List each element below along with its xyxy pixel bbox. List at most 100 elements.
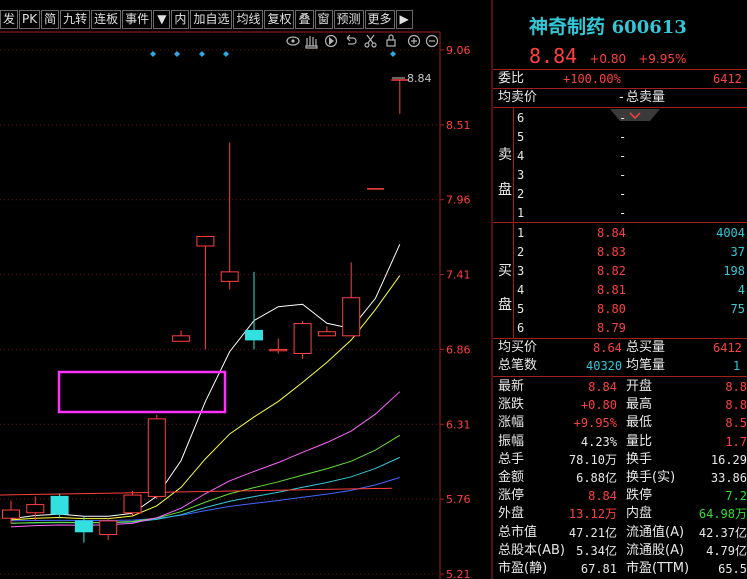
sell-level-number: 2	[517, 187, 525, 201]
candle	[245, 271, 263, 350]
sell-level-price: -	[619, 130, 627, 144]
stat-row: 总手 78.10万 换手 16.29	[493, 451, 747, 469]
stat-value: 78.10万	[568, 452, 617, 467]
stat-value: 8.8	[725, 380, 747, 394]
avg-buy-value: 8.64	[593, 341, 622, 355]
current-price: 8.84	[529, 44, 578, 68]
avg-vol-value: 1	[733, 359, 741, 373]
buy-level-row[interactable]: 3 8.82 198	[493, 262, 747, 280]
zoom-in-icon[interactable]	[407, 34, 421, 48]
stat-value: 8.84	[588, 489, 617, 504]
event-marker[interactable]	[174, 51, 180, 57]
stat-label: 金额	[498, 470, 525, 485]
event-marker[interactable]	[223, 51, 229, 57]
eye-icon[interactable]	[286, 36, 300, 46]
candle	[172, 330, 191, 342]
buy-level-number: 1	[517, 226, 525, 240]
price-tick-label: 7.96	[446, 194, 471, 207]
buy-level-row[interactable]: 4 8.81 4	[493, 281, 747, 299]
buy-level-row[interactable]: 5 8.80 75	[493, 300, 747, 318]
stat-label: 流通值(A)	[626, 524, 685, 540]
price-tick-label: 8.51	[446, 119, 471, 132]
stat-row: 振幅 4.23% 量比 1.7	[493, 433, 747, 451]
sell-level-row[interactable]: 4-	[493, 147, 747, 165]
stat-value: 13.12万	[568, 507, 617, 522]
sell-level-row[interactable]: 2-	[493, 185, 747, 203]
candle	[269, 338, 288, 354]
candle	[2, 500, 20, 524]
sell-level-number: 4	[517, 149, 525, 163]
stat-value: 4.79亿	[706, 543, 747, 558]
undo-icon[interactable]	[346, 34, 357, 45]
sell-level-number: 5	[517, 130, 525, 144]
event-marker[interactable]	[199, 51, 205, 57]
total-deals-value: 40320	[586, 359, 623, 373]
buy-level-volume: 4	[737, 283, 745, 297]
stat-value: +0.80	[580, 398, 617, 413]
quote-panel: 神奇制药 600613 8.84 +0.80 +9.95% 委比 +100.00…	[493, 0, 747, 579]
total-deals-label: 总笔数	[498, 358, 538, 373]
price-change: +0.80	[589, 52, 627, 66]
sell-level-price: -	[619, 111, 627, 125]
sell-level-row[interactable]: 6-	[493, 109, 747, 127]
stat-label: 换手(实)	[626, 470, 676, 485]
buy-level-price: 8.84	[597, 226, 626, 240]
price-ticks: 9.06 8.51 7.96 7.41 6.86 6.31 5.76 5.21	[440, 44, 471, 579]
stat-label: 振幅	[498, 433, 525, 449]
sell-level-number: 1	[517, 206, 525, 220]
buy-level-row[interactable]: 6 8.79	[493, 319, 747, 337]
total-deals-row: 总笔数 40320 均笔量 1	[493, 357, 747, 375]
sell-level-row[interactable]: 1-	[493, 204, 747, 222]
candle	[196, 235, 215, 350]
stat-value: +9.95%	[573, 416, 617, 431]
buy-level-price: 8.81	[597, 283, 626, 297]
stat-label: 涨幅	[498, 415, 525, 431]
price-tick-label: 9.06	[446, 44, 471, 57]
buy-level-row[interactable]: 2 8.83 37	[493, 243, 747, 261]
stat-row: 涨跌 +0.80 最高 8.8	[493, 396, 747, 414]
highlight-box	[57, 370, 227, 414]
stock-name: 神奇制药	[529, 16, 606, 38]
candle	[317, 326, 336, 337]
kline-chart[interactable]: 9.06 8.51 7.96 7.41 6.86 6.31 5.76 5.21 8.84	[0, 0, 493, 579]
stat-label: 最新	[498, 379, 525, 394]
stock-title: 神奇制药 600613	[529, 12, 747, 38]
candle	[342, 262, 361, 337]
stat-value: 65.5	[718, 562, 747, 576]
stat-label: 涨跌	[498, 397, 525, 413]
event-markers[interactable]	[150, 51, 396, 57]
avg-sell-label: 均卖价	[498, 90, 538, 105]
price-tick-label: 5.76	[446, 493, 471, 506]
price-tick-label: 7.41	[446, 269, 471, 282]
chart-tool-icons	[286, 34, 439, 49]
hand-icon[interactable]	[305, 36, 318, 49]
candle	[220, 142, 239, 290]
lock-icon[interactable]	[386, 34, 396, 47]
stat-label: 跌停	[626, 488, 653, 504]
stat-row: 涨停 8.84 跌停 7.2	[493, 487, 747, 505]
stat-label: 开盘	[626, 379, 653, 394]
sell-level-row[interactable]: 5-	[493, 128, 747, 146]
sell-level-price: -	[619, 168, 627, 182]
scissors-icon[interactable]	[364, 34, 377, 48]
avg-buy-row: 均买价 8.64 总买量 6412	[493, 339, 747, 357]
cursor-icon[interactable]	[324, 34, 338, 48]
buy-level-price: 8.82	[597, 264, 626, 278]
sell-level-price: -	[619, 149, 627, 163]
sell-level-row[interactable]: 3-	[493, 166, 747, 184]
buy-level-number: 3	[517, 264, 525, 278]
stat-value: 8.5	[725, 416, 747, 431]
candle	[293, 320, 312, 359]
zoom-out-icon[interactable]	[425, 34, 439, 48]
stat-value: 47.21亿	[568, 525, 617, 540]
stat-label: 总手	[498, 451, 525, 467]
event-marker[interactable]	[150, 51, 156, 57]
buy-level-volume: 198	[723, 264, 745, 278]
candle	[147, 414, 166, 500]
stat-value: 5.34亿	[576, 543, 617, 558]
stat-label: 总市值	[498, 524, 538, 540]
buy-level-row[interactable]: 1 8.84 4004	[493, 224, 747, 242]
event-marker[interactable]	[390, 51, 396, 57]
stat-label: 外盘	[498, 506, 525, 522]
stat-label: 内盘	[626, 506, 653, 522]
